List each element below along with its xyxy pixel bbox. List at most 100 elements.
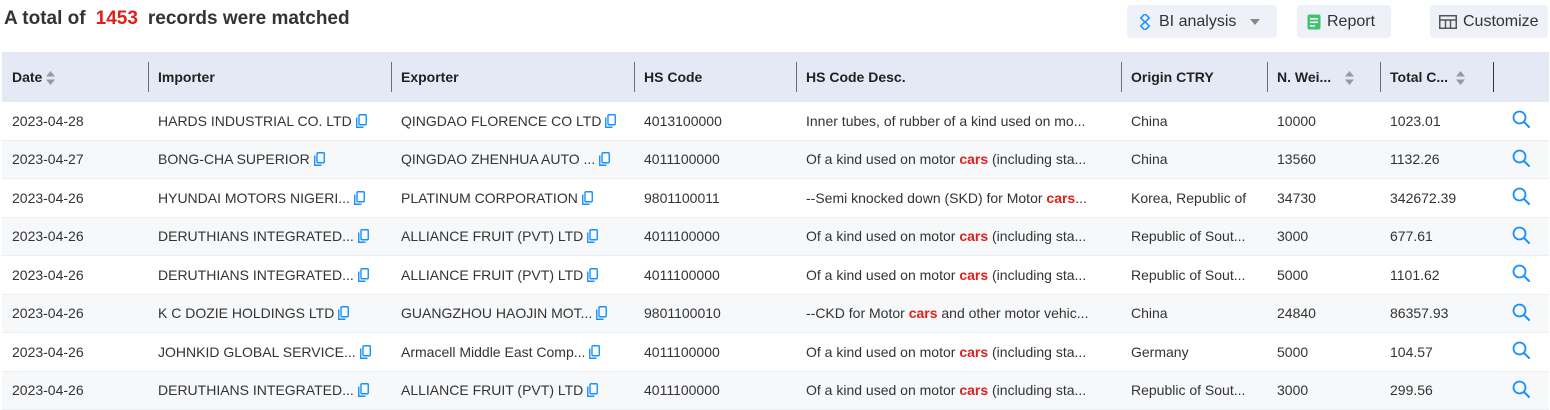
hs-code-cell: 4011100000 <box>634 217 796 256</box>
exporter-cell[interactable]: Armacell Middle East Comp... <box>391 332 634 372</box>
date-cell: 2023-04-26 <box>2 294 148 333</box>
copy-icon[interactable] <box>353 190 365 205</box>
col-importer-header: Importer <box>148 52 391 102</box>
summary-suffix: records were matched <box>147 8 350 29</box>
origin-cell: Germany <box>1121 332 1267 372</box>
col-origin-header: Origin CTRY <box>1121 52 1267 102</box>
table-row: 2023-04-28 HARDS INDUSTRIAL CO. LTD QING… <box>2 102 1549 141</box>
search-icon[interactable] <box>1512 226 1530 244</box>
copy-icon[interactable] <box>338 306 350 321</box>
action-cell <box>1493 332 1549 372</box>
summary-prefix: A total of <box>4 8 86 29</box>
hs-code-cell: 4011100000 <box>634 255 796 295</box>
copy-icon[interactable] <box>313 152 325 167</box>
weight-cell: 10000 <box>1267 102 1380 141</box>
total-cell: 1023.01 <box>1380 102 1493 141</box>
table-row: 2023-04-26 DERUTHIANS INTEGRATED... ALLI… <box>2 255 1549 295</box>
copy-icon[interactable] <box>589 344 601 359</box>
total-cell: 1101.62 <box>1380 255 1493 295</box>
exporter-cell[interactable]: QINGDAO ZHENHUA AUTO ... <box>391 140 634 179</box>
sort-icon <box>1345 71 1355 86</box>
date-cell: 2023-04-26 <box>2 255 148 295</box>
bi-analysis-button[interactable]: BI analysis <box>1127 5 1277 38</box>
copy-icon[interactable] <box>357 267 369 282</box>
col-date-header[interactable]: Date <box>2 52 148 102</box>
weight-cell: 34730 <box>1267 178 1380 218</box>
report-button[interactable]: Report <box>1297 5 1391 38</box>
origin-cell: China <box>1121 294 1267 333</box>
search-icon[interactable] <box>1512 341 1530 360</box>
hs-desc-cell: Of a kind used on motor cars (including … <box>796 332 1121 372</box>
bi-analysis-icon <box>1139 13 1151 30</box>
copy-icon[interactable] <box>587 229 599 244</box>
copy-icon[interactable] <box>357 383 369 398</box>
hs-code-cell: 9801100010 <box>634 294 796 333</box>
search-icon[interactable] <box>1512 303 1530 321</box>
col-actions-header <box>1493 52 1549 102</box>
total-cell: 342672.39 <box>1380 178 1493 218</box>
exporter-cell[interactable]: ALLIANCE FRUIT (PVT) LTD <box>391 255 634 295</box>
col-hscode-header: HS Code <box>634 52 796 102</box>
origin-cell: China <box>1121 140 1267 179</box>
origin-cell: Korea, Republic of <box>1121 178 1267 218</box>
hs-code-cell: 4011100000 <box>634 140 796 179</box>
search-icon[interactable] <box>1512 149 1530 167</box>
search-icon[interactable] <box>1512 110 1530 129</box>
table-row: 2023-04-26 DERUTHIANS INTEGRATED... ALLI… <box>2 217 1549 256</box>
importer-cell[interactable]: HARDS INDUSTRIAL CO. LTD <box>148 102 391 141</box>
search-icon[interactable] <box>1512 264 1530 283</box>
col-weight-header[interactable]: N. Wei... <box>1267 52 1380 102</box>
customize-button[interactable]: Customize <box>1430 5 1548 38</box>
importer-cell[interactable]: BONG-CHA SUPERIOR <box>148 140 391 179</box>
origin-cell: China <box>1121 102 1267 141</box>
date-cell: 2023-04-26 <box>2 178 148 218</box>
action-cell <box>1493 255 1549 295</box>
table-row: 2023-04-26 HYUNDAI MOTORS NIGERI... PLAT… <box>2 178 1549 218</box>
exporter-cell[interactable]: ALLIANCE FRUIT (PVT) LTD <box>391 217 634 256</box>
hs-desc-cell: Of a kind used on motor cars (including … <box>796 255 1121 295</box>
action-cell <box>1493 140 1549 179</box>
importer-cell[interactable]: DERUTHIANS INTEGRATED... <box>148 217 391 256</box>
date-cell: 2023-04-28 <box>2 102 148 141</box>
copy-icon[interactable] <box>605 113 617 128</box>
copy-icon[interactable] <box>587 383 599 398</box>
exporter-cell[interactable]: GUANGZHOU HAOJIN MOT... <box>391 294 634 333</box>
total-cell: 1132.26 <box>1380 140 1493 179</box>
importer-cell[interactable]: DERUTHIANS INTEGRATED... <box>148 255 391 295</box>
sort-icon <box>1456 71 1466 86</box>
caret-down-icon <box>1250 18 1261 25</box>
hs-desc-cell: Inner tubes, of rubber of a kind used on… <box>796 102 1121 141</box>
date-cell: 2023-04-26 <box>2 332 148 372</box>
col-exporter-header: Exporter <box>391 52 634 102</box>
search-icon[interactable] <box>1512 187 1530 206</box>
weight-cell: 13560 <box>1267 140 1380 179</box>
action-cell <box>1493 294 1549 333</box>
importer-cell[interactable]: JOHNKID GLOBAL SERVICE... <box>148 332 391 372</box>
copy-icon[interactable] <box>596 306 608 321</box>
copy-icon[interactable] <box>359 344 371 359</box>
copy-icon[interactable] <box>599 152 611 167</box>
copy-icon[interactable] <box>587 267 599 282</box>
total-cell: 677.61 <box>1380 217 1493 256</box>
copy-icon[interactable] <box>357 229 369 244</box>
exporter-cell[interactable]: PLATINUM CORPORATION <box>391 178 634 218</box>
date-cell: 2023-04-27 <box>2 140 148 179</box>
weight-cell: 24840 <box>1267 294 1380 333</box>
results-summary: A total of 1453 records were matched <box>4 8 350 30</box>
importer-cell[interactable]: K C DOZIE HOLDINGS LTD <box>148 294 391 333</box>
importer-cell[interactable]: HYUNDAI MOTORS NIGERI... <box>148 178 391 218</box>
table-row: 2023-04-27 BONG-CHA SUPERIOR QINGDAO ZHE… <box>2 140 1549 179</box>
total-cell: 86357.93 <box>1380 294 1493 333</box>
search-icon[interactable] <box>1512 380 1530 398</box>
col-total-header[interactable]: Total C... <box>1380 52 1493 102</box>
action-cell <box>1493 217 1549 256</box>
copy-icon[interactable] <box>355 113 367 128</box>
total-cell: 104.57 <box>1380 332 1493 372</box>
report-label: Report <box>1327 12 1376 30</box>
copy-icon[interactable] <box>581 190 593 205</box>
action-cell <box>1493 178 1549 218</box>
exporter-cell[interactable]: QINGDAO FLORENCE CO LTD <box>391 102 634 141</box>
col-hsdesc-header: HS Code Desc. <box>796 52 1121 102</box>
date-cell: 2023-04-26 <box>2 217 148 256</box>
record-count: 1453 <box>95 8 138 29</box>
